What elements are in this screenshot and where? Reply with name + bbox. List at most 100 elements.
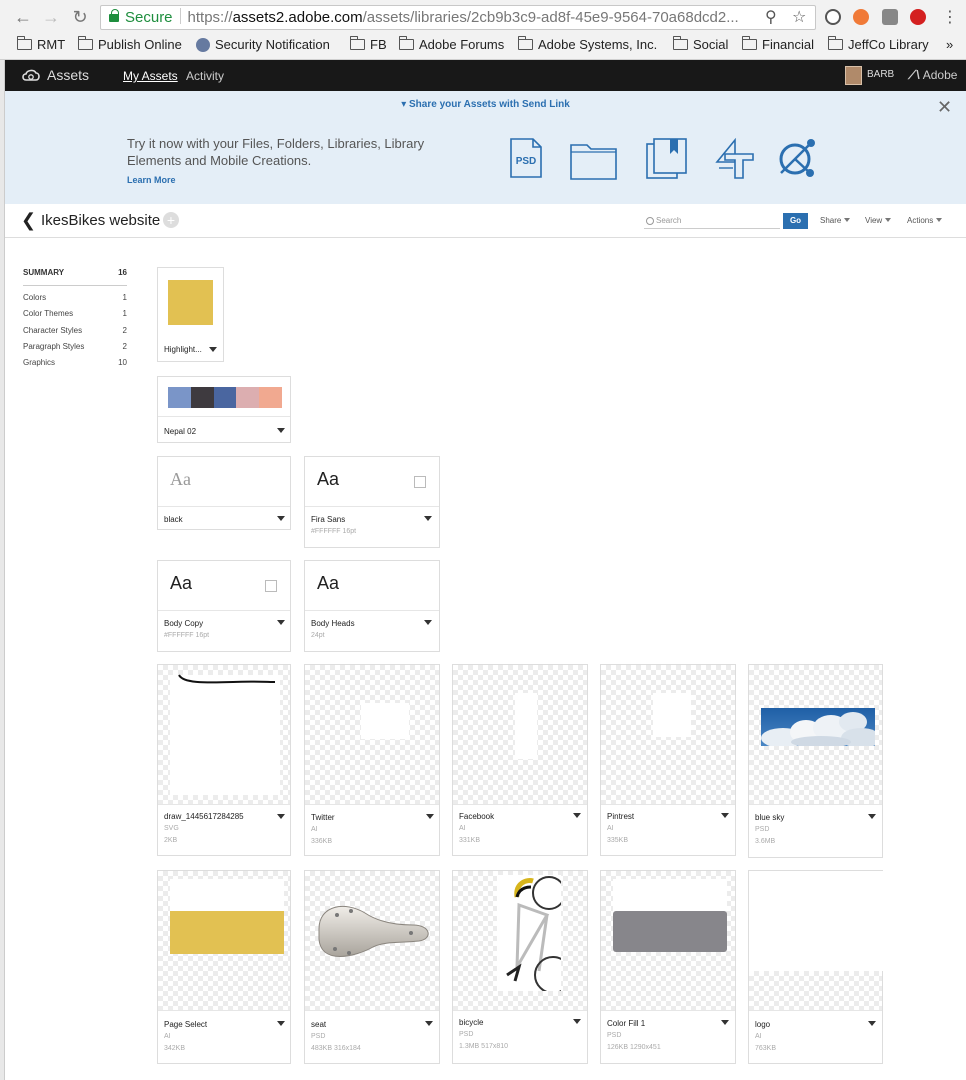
chevron-down-icon[interactable] xyxy=(277,516,285,521)
close-icon[interactable]: ✕ xyxy=(937,97,952,118)
adobe-link[interactable]: ⟋\ Adobe xyxy=(908,68,957,83)
char-style-card-black[interactable]: Aa black xyxy=(157,456,291,530)
graphic-card-logo[interactable]: logo AI 763KB xyxy=(748,870,884,1064)
chevron-down-icon[interactable] xyxy=(721,1020,729,1025)
app-brand[interactable]: Assets xyxy=(47,67,89,83)
folder-icon xyxy=(518,36,533,50)
chevron-down-icon[interactable] xyxy=(277,620,285,625)
bookmarks-overflow[interactable]: » xyxy=(946,37,953,52)
sidebar-item-character-styles[interactable]: Character Styles 2 xyxy=(23,323,127,339)
style-thumb: Aa xyxy=(158,457,290,507)
style-thumb: Aa xyxy=(305,561,439,611)
asset-meta: AI 342KB xyxy=(164,1033,186,1052)
graphic-card-page-select[interactable]: Page Select AI 342KB xyxy=(157,870,291,1064)
asset-meta: PSD 3.6MB xyxy=(755,826,776,845)
color-card-highlight[interactable]: Highlight... xyxy=(157,267,224,362)
select-checkbox[interactable] xyxy=(414,476,426,488)
sidebar-item-graphics[interactable]: Graphics 10 xyxy=(23,355,127,371)
chevron-down-icon[interactable] xyxy=(424,516,432,521)
graphic-card-facebook[interactable]: Facebook AI 331KB xyxy=(452,664,588,856)
bookmark-security-notification[interactable]: Security Notification xyxy=(196,37,330,52)
forward-arrow-icon[interactable]: → xyxy=(40,6,62,28)
chevron-down-icon[interactable] xyxy=(573,1019,581,1024)
bookmark-star-icon[interactable]: ☆ xyxy=(792,7,806,27)
avatar[interactable] xyxy=(845,66,862,85)
honey-extension-icon[interactable] xyxy=(853,9,869,25)
back-arrow-icon[interactable]: ← xyxy=(12,6,34,28)
user-name[interactable]: BARB xyxy=(867,69,894,80)
chevron-down-icon[interactable] xyxy=(721,813,729,818)
app-header: Assets My Assets Activity BARB ⟋\ Adobe xyxy=(5,60,966,91)
chevron-down-icon[interactable] xyxy=(277,1021,285,1026)
style-thumb: Aa xyxy=(305,457,439,507)
chevron-down-icon[interactable] xyxy=(425,1021,433,1026)
bookmark-publish-online[interactable]: Publish Online xyxy=(78,36,182,52)
chevron-down-icon[interactable] xyxy=(426,814,434,819)
select-checkbox[interactable] xyxy=(265,580,277,592)
address-bar[interactable]: Secure https://assets2.adobe.com/assets/l… xyxy=(100,5,816,30)
share-menu[interactable]: Share xyxy=(820,216,851,225)
go-button[interactable]: Go xyxy=(783,213,808,229)
library-elements-icon xyxy=(715,138,754,179)
bookmark-financial[interactable]: Financial xyxy=(742,36,814,52)
chevron-down-icon[interactable] xyxy=(573,813,581,818)
bookmark-adobe-forums[interactable]: Adobe Forums xyxy=(399,36,504,52)
bookmark-social[interactable]: Social xyxy=(673,36,728,52)
chevron-down-icon[interactable] xyxy=(424,620,432,625)
sidebar-item-colors[interactable]: Colors 1 xyxy=(23,290,127,306)
url-scheme: https:// xyxy=(187,9,233,26)
bookmark-rmt[interactable]: RMT xyxy=(17,36,65,52)
bookmark-jeffco-library[interactable]: JeffCo Library xyxy=(828,36,929,52)
summary-header[interactable]: SUMMARY 16 xyxy=(23,268,127,286)
graphic-card-color-fill[interactable]: Color Fill 1 PSD 126KB 1290x451 xyxy=(600,870,736,1064)
style-preview: Aa xyxy=(317,573,340,593)
bicycle-graphic xyxy=(497,875,561,991)
search-input[interactable]: Search xyxy=(644,213,780,229)
bookmark-adobe-systems[interactable]: Adobe Systems, Inc. xyxy=(518,36,657,52)
graphic-thumb xyxy=(305,871,439,1011)
chevron-down-icon[interactable] xyxy=(209,347,217,352)
graphic-card-pintrest[interactable]: Pintrest AI 335KB xyxy=(600,664,736,856)
password-extension-icon[interactable] xyxy=(825,9,841,25)
graphic-card-twitter[interactable]: Twitter AI 336KB xyxy=(304,664,440,856)
color-theme-card[interactable]: Nepal 02 xyxy=(157,376,291,443)
chevron-down-icon[interactable] xyxy=(277,814,285,819)
play-extension-icon[interactable] xyxy=(910,9,926,25)
actions-menu[interactable]: Actions xyxy=(907,216,943,225)
adobe-logo-icon: ⟋\ xyxy=(908,68,920,82)
reload-icon[interactable]: ↻ xyxy=(69,6,91,28)
send-link-toggle[interactable]: ▾ Share your Assets with Send Link xyxy=(5,99,966,110)
sidebar-item-color-themes[interactable]: Color Themes 1 xyxy=(23,306,127,322)
graphic-card-draw[interactable]: draw_1445617284285 SVG 2KB xyxy=(157,664,291,856)
back-chevron-icon[interactable]: ❮ xyxy=(21,210,36,231)
theme-swatch-3 xyxy=(213,387,237,408)
chevron-down-icon xyxy=(844,218,851,222)
chevron-down-icon[interactable] xyxy=(277,428,285,433)
nav-activity[interactable]: Activity xyxy=(186,69,224,83)
more-menu-icon[interactable]: ⋮ xyxy=(942,7,958,27)
char-style-card-fira[interactable]: Aa Fira Sans #FFFFFF 16pt xyxy=(304,456,440,548)
creative-cloud-icon xyxy=(22,69,40,81)
graphic-card-bicycle[interactable]: bicycle PSD 1.3MB 517x810 xyxy=(452,870,588,1064)
bike-seat-graphic xyxy=(318,905,429,957)
graphic-card-seat[interactable]: seat PSD 483KB 316x184 xyxy=(304,870,440,1064)
seal-icon xyxy=(196,37,210,52)
chevron-down-icon[interactable] xyxy=(868,1021,876,1026)
library-icon xyxy=(646,138,687,179)
graphic-card-blue-sky[interactable]: blue sky PSD 3.6MB xyxy=(748,664,883,858)
chevron-down-icon[interactable] xyxy=(868,814,876,819)
view-menu[interactable]: View xyxy=(865,216,892,225)
zoom-icon[interactable]: ⚲ xyxy=(765,7,777,27)
nav-my-assets[interactable]: My Assets xyxy=(123,69,178,83)
sidebar-item-paragraph-styles[interactable]: Paragraph Styles 2 xyxy=(23,339,127,355)
graphic-thumb xyxy=(601,871,735,1011)
para-style-card-body-heads[interactable]: Aa Body Heads 24pt xyxy=(304,560,440,652)
url-path: /assets/libraries/2cb9b3c9-ad8f-45e9-956… xyxy=(362,9,739,26)
graphic-thumb xyxy=(749,665,882,805)
add-icon[interactable]: + xyxy=(163,212,179,228)
bookmark-fb[interactable]: FB xyxy=(350,36,387,52)
asset-name: Page Select xyxy=(164,1020,208,1029)
shield-extension-icon[interactable] xyxy=(882,9,898,25)
learn-more-link[interactable]: Learn More xyxy=(127,175,176,185)
para-style-card-body-copy[interactable]: Aa Body Copy #FFFFFF 16pt xyxy=(157,560,291,652)
